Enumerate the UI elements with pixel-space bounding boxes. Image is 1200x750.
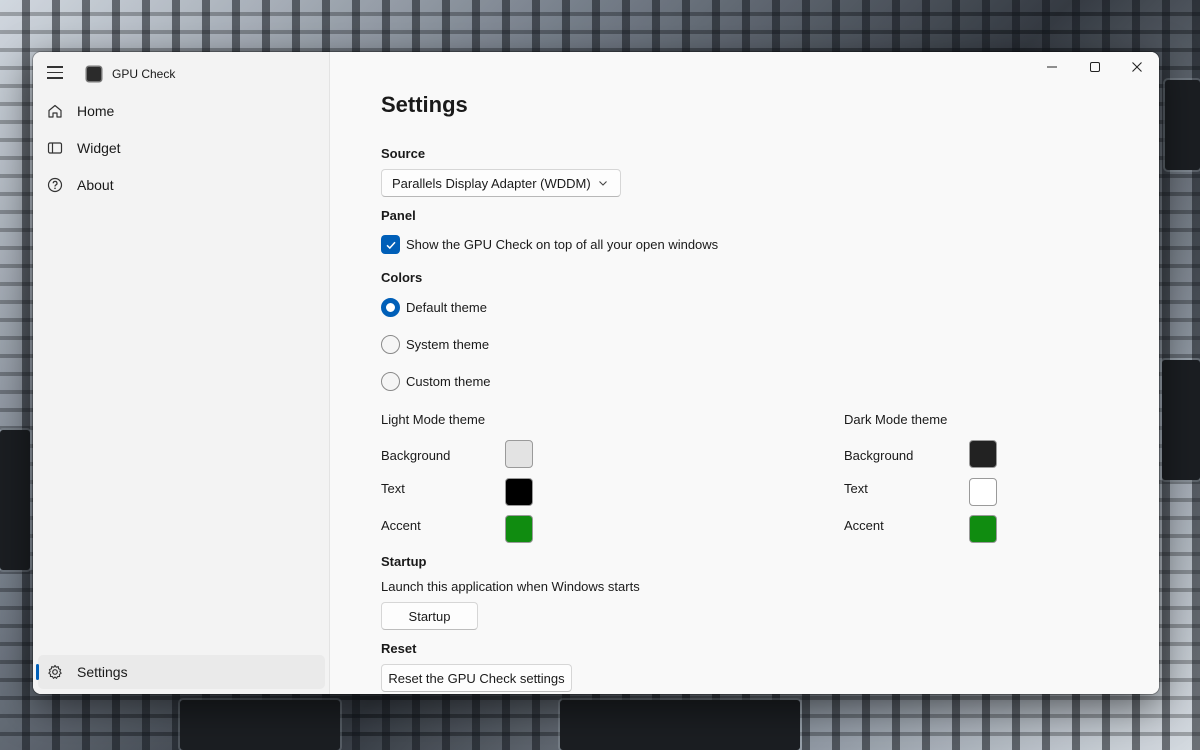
default-theme-label: Default theme (406, 300, 487, 315)
startup-heading: Startup (381, 554, 427, 569)
maximize-button[interactable] (1074, 52, 1116, 82)
sidebar-item-label: Settings (77, 664, 128, 680)
system-theme-radio[interactable] (381, 335, 400, 354)
sidebar-item-home[interactable]: Home (38, 94, 325, 128)
minimize-icon (1047, 66, 1057, 68)
reset-settings-button[interactable]: Reset the GPU Check settings (381, 664, 572, 692)
always-on-top-checkbox[interactable] (381, 235, 400, 254)
startup-button[interactable]: Startup (381, 602, 478, 630)
source-dropdown[interactable]: Parallels Display Adapter (WDDM) (381, 169, 621, 197)
widget-icon (47, 140, 63, 156)
sidebar-item-label: About (77, 177, 114, 193)
light-text-swatch[interactable] (505, 478, 533, 506)
custom-theme-radio[interactable] (381, 372, 400, 391)
always-on-top-label: Show the GPU Check on top of all your op… (406, 237, 719, 252)
sidebar-item-label: Home (77, 103, 115, 119)
dark-accent-label: Accent (844, 518, 884, 533)
checkmark-icon (385, 241, 396, 249)
wallpaper-chip (560, 700, 800, 750)
help-icon (47, 177, 63, 193)
app-window: GPU Check Home Widget About Settings Set… (33, 52, 1159, 694)
startup-description: Launch this application when Windows sta… (381, 579, 640, 594)
settings-page: Settings Source Parallels Display Adapte… (330, 52, 1159, 694)
default-theme-radio[interactable] (381, 298, 400, 317)
source-heading: Source (381, 146, 426, 161)
sidebar: GPU Check Home Widget About Settings (33, 52, 330, 694)
light-text-label: Text (381, 481, 405, 496)
light-accent-label: Accent (381, 518, 421, 533)
light-accent-swatch[interactable] (505, 515, 533, 543)
home-icon (47, 103, 63, 119)
chevron-down-icon (599, 181, 607, 186)
colors-heading: Colors (381, 270, 423, 285)
hamburger-menu-icon[interactable] (47, 66, 63, 80)
wallpaper-chip (0, 430, 30, 570)
light-background-label: Background (381, 448, 451, 463)
gear-icon (47, 664, 63, 680)
light-mode-heading: Light Mode theme (381, 412, 486, 427)
close-button[interactable] (1116, 52, 1158, 82)
light-background-swatch[interactable] (505, 440, 533, 468)
wallpaper-chip (180, 700, 340, 750)
reset-heading: Reset (381, 641, 417, 656)
dark-text-label: Text (844, 481, 868, 496)
dark-background-swatch[interactable] (969, 440, 997, 468)
sidebar-item-about[interactable]: About (38, 168, 325, 202)
app-title: GPU Check (112, 67, 176, 81)
sidebar-item-settings[interactable]: Settings (36, 655, 325, 689)
close-icon (1132, 62, 1142, 72)
panel-heading: Panel (381, 208, 416, 223)
selection-indicator (36, 664, 39, 680)
sidebar-item-widget[interactable]: Widget (38, 131, 325, 165)
page-title: Settings (381, 92, 468, 117)
custom-theme-label: Custom theme (406, 374, 491, 389)
wallpaper-chip (1165, 80, 1200, 170)
dark-accent-swatch[interactable] (969, 515, 997, 543)
sidebar-item-label: Widget (77, 140, 121, 156)
dark-text-swatch[interactable] (969, 478, 997, 506)
chip-icon (87, 67, 101, 81)
wallpaper-chip (1162, 360, 1200, 480)
dark-background-label: Background (844, 448, 914, 463)
system-theme-label: System theme (406, 337, 490, 352)
dark-mode-heading: Dark Mode theme (844, 412, 948, 427)
maximize-icon (1090, 62, 1100, 72)
minimize-button[interactable] (1031, 52, 1073, 82)
source-dropdown-value: Parallels Display Adapter (WDDM) (392, 175, 591, 191)
